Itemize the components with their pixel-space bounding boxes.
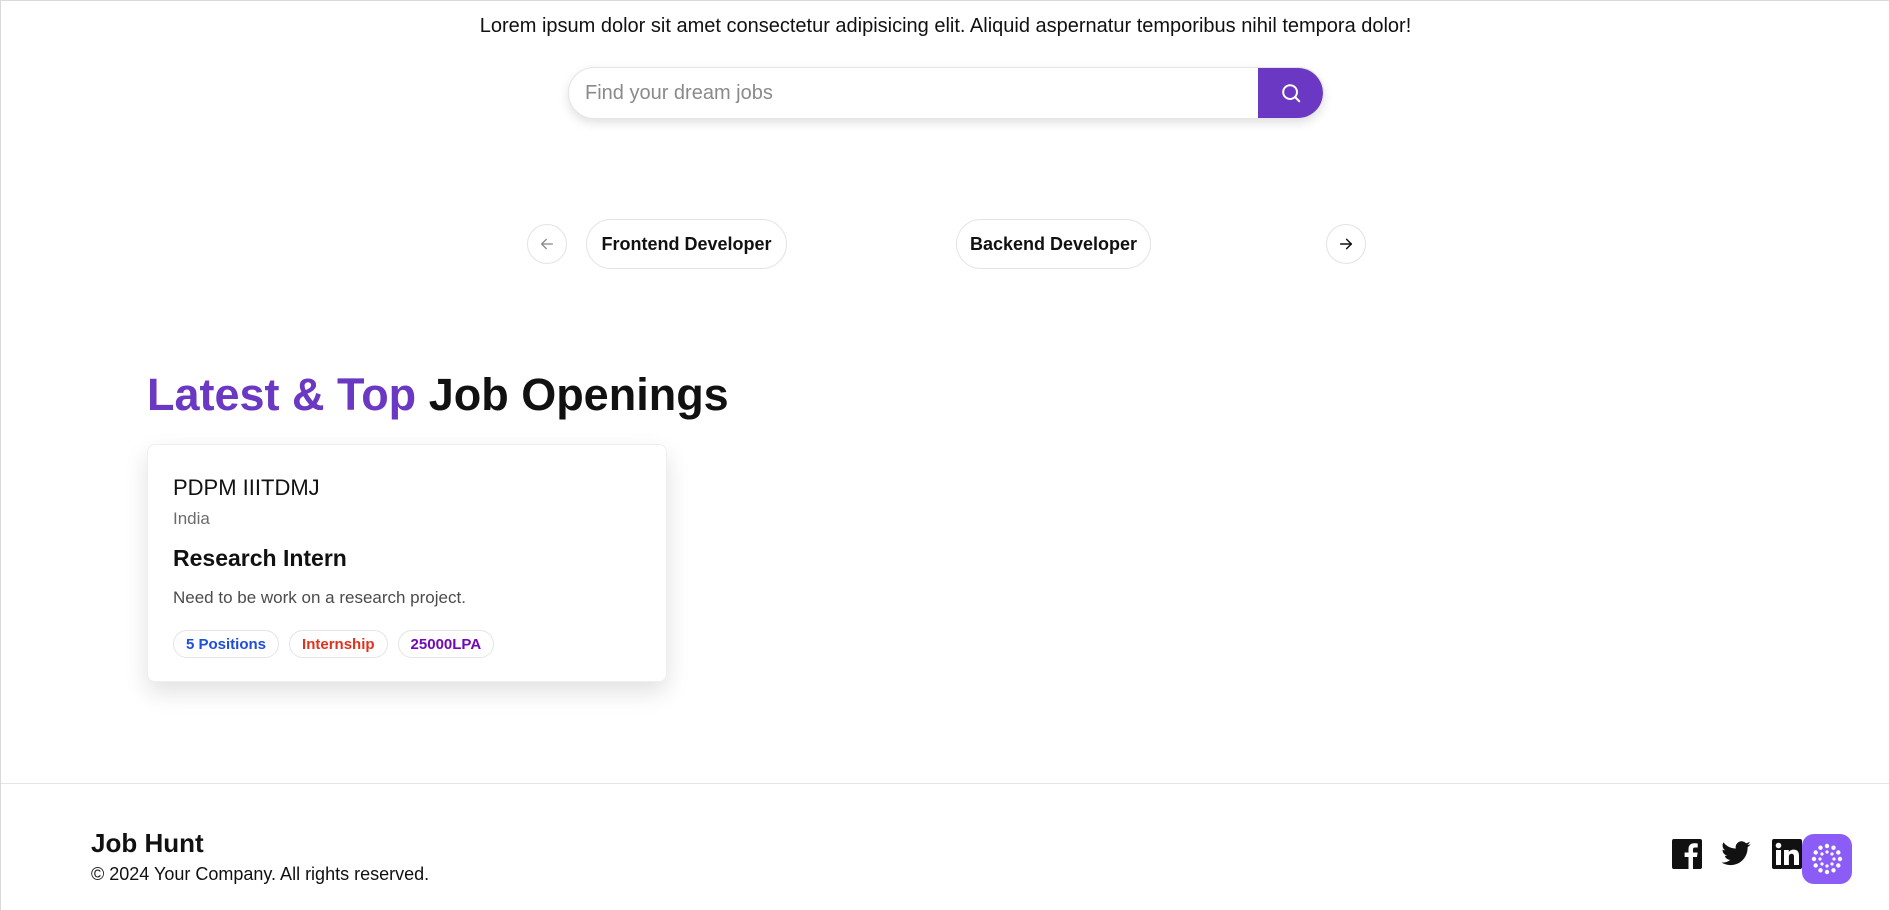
salary-badge: 25000LPA (397, 630, 495, 658)
footer-copyright: © 2024 Your Company. All rights reserved… (91, 864, 430, 884)
linkedin-link[interactable] (1771, 838, 1803, 870)
assistant-icon (1811, 843, 1843, 875)
hero-tagline: Lorem ipsum dolor sit amet consectetur a… (479, 15, 1412, 37)
job-type-badge: Internship (289, 630, 388, 658)
job-title: Research Intern (173, 545, 347, 571)
company-location: India (173, 509, 210, 528)
arrow-right-icon (1339, 238, 1353, 250)
section-title-accent: Latest & Top (147, 369, 417, 420)
positions-badge: 5 Positions (173, 630, 280, 658)
assistant-button[interactable] (1802, 834, 1852, 884)
carousel-next-button[interactable] (1326, 224, 1366, 264)
job-badges: 5 Positions Internship 25000LPA (173, 630, 495, 658)
company-name: PDPM IIITDMJ (173, 475, 320, 500)
category-backend-developer[interactable]: Backend Developer (956, 219, 1151, 269)
category-frontend-developer[interactable]: Frontend Developer (586, 219, 787, 269)
search-icon (1281, 84, 1300, 103)
section-title-rest: Job Openings (428, 369, 729, 420)
carousel-prev-button[interactable] (527, 224, 567, 264)
twitter-link[interactable] (1720, 838, 1752, 870)
footer-brand: Job Hunt (91, 828, 204, 858)
linkedin-icon (1772, 839, 1802, 869)
search-input[interactable] (569, 68, 1258, 118)
search-bar (568, 67, 1324, 119)
footer: Job Hunt © 2024 Your Company. All rights… (1, 783, 1889, 910)
job-description: Need to be work on a research project. (173, 588, 466, 607)
facebook-icon (1672, 839, 1702, 869)
search-button[interactable] (1258, 68, 1323, 118)
section-title: Latest & Top Job Openings (147, 369, 729, 421)
arrow-left-icon (541, 238, 553, 250)
twitter-icon (1721, 841, 1751, 866)
job-card[interactable]: PDPM IIITDMJ India Research Intern Need … (147, 444, 667, 682)
facebook-link[interactable] (1671, 838, 1703, 870)
